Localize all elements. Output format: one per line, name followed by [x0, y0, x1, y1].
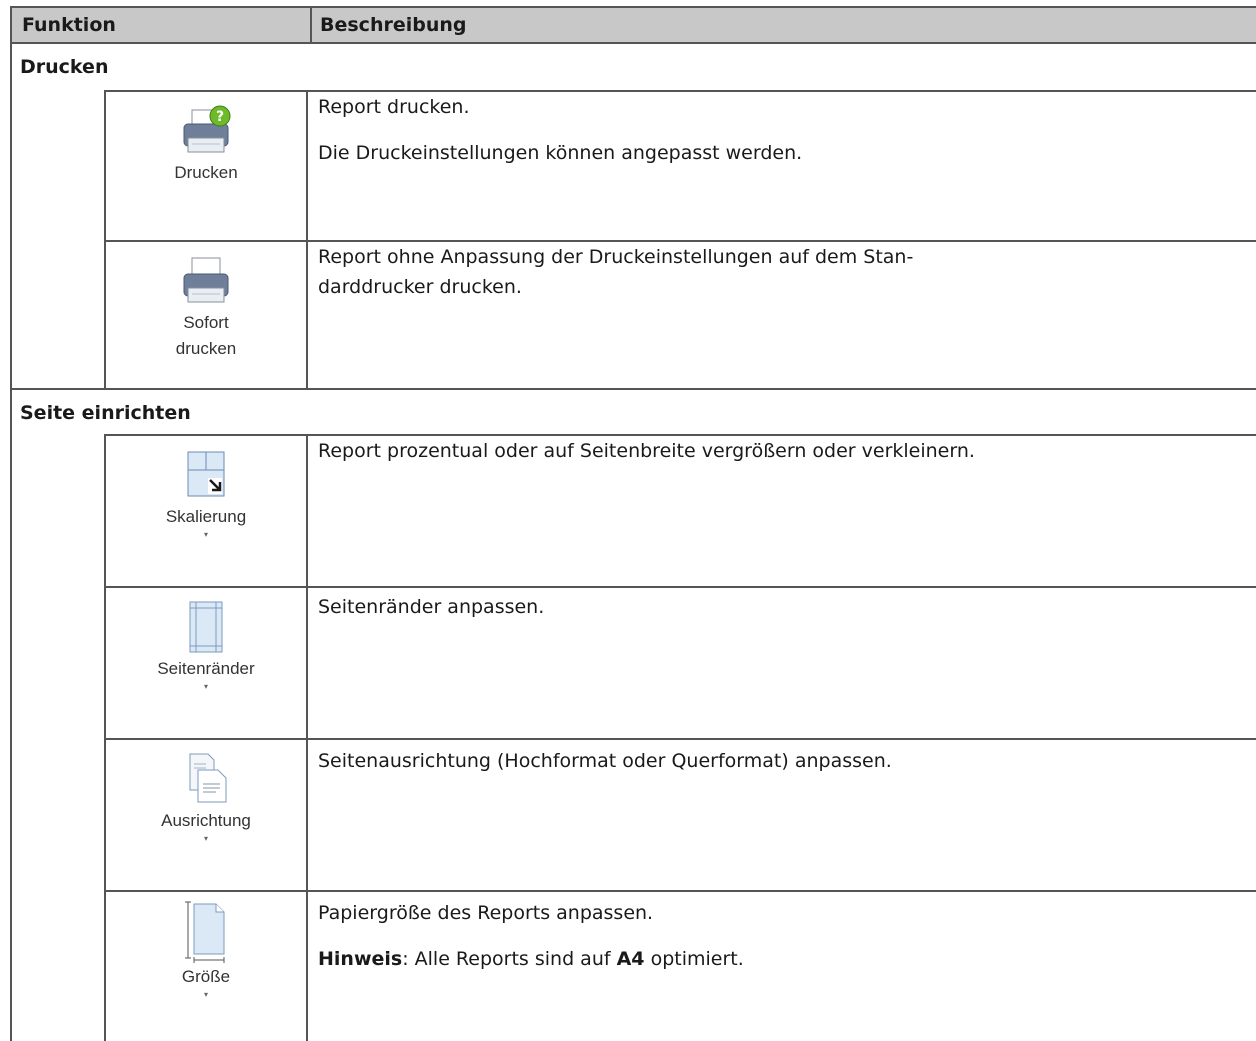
header-funktion: Funktion	[22, 14, 116, 36]
skalierung-button[interactable]: Skalierung ▾	[106, 448, 306, 540]
section-drucken: Drucken	[20, 56, 109, 78]
ausrichtung-dropdown-icon: ▾	[203, 834, 208, 843]
scale-icon	[187, 451, 225, 497]
orientation-icon	[189, 753, 227, 803]
groesse-button[interactable]: Größe ▾	[106, 900, 306, 1000]
skalierung-dropdown-icon: ▾	[203, 530, 208, 539]
drucken-label: Drucken	[174, 163, 238, 182]
printer-help-icon: ?	[183, 105, 231, 153]
groesse-description: Papiergröße des Reports anpassen. Hinwei…	[318, 898, 1248, 974]
hinweis-note: Hinweis: Alle Reports sind auf A4 optimi…	[318, 948, 744, 970]
svg-text:?: ?	[216, 109, 224, 125]
groesse-dropdown-icon: ▾	[203, 990, 208, 999]
drucken-description: Report drucken. Die Druckeinstellungen k…	[318, 96, 803, 164]
skalierung-label: Skalierung	[165, 507, 247, 526]
drucken-button[interactable]: ? Drucken	[106, 104, 306, 186]
groesse-label: Größe	[181, 967, 231, 986]
seitenraender-label: Seitenränder	[157, 659, 255, 678]
seitenraender-description: Seitenränder anpassen.	[318, 596, 545, 618]
printer-icon	[183, 257, 229, 303]
table-header: Funktion Beschreibung	[10, 6, 1256, 44]
page-size-icon	[185, 901, 225, 963]
section-seite-einrichten: Seite einrichten	[20, 402, 191, 424]
ausrichtung-label: Ausrichtung	[161, 811, 251, 830]
seitenraender-button[interactable]: Seitenränder ▾	[106, 598, 306, 692]
seitenraender-dropdown-icon: ▾	[203, 682, 208, 691]
skalierung-description: Report prozentual oder auf Seitenbreite …	[318, 440, 975, 462]
ausrichtung-description: Seitenausrichtung (Hochformat oder Querf…	[318, 750, 892, 772]
sofort-drucken-label-2: drucken	[175, 339, 237, 358]
ausrichtung-button[interactable]: Ausrichtung ▾	[106, 750, 306, 844]
margins-icon	[189, 601, 223, 653]
sofort-drucken-button[interactable]: Sofort drucken	[106, 254, 306, 362]
sofort-drucken-label-1: Sofort	[183, 313, 229, 332]
header-beschreibung: Beschreibung	[320, 14, 467, 36]
sofort-drucken-description: Report ohne Anpassung der Druckeinstellu…	[318, 246, 914, 298]
